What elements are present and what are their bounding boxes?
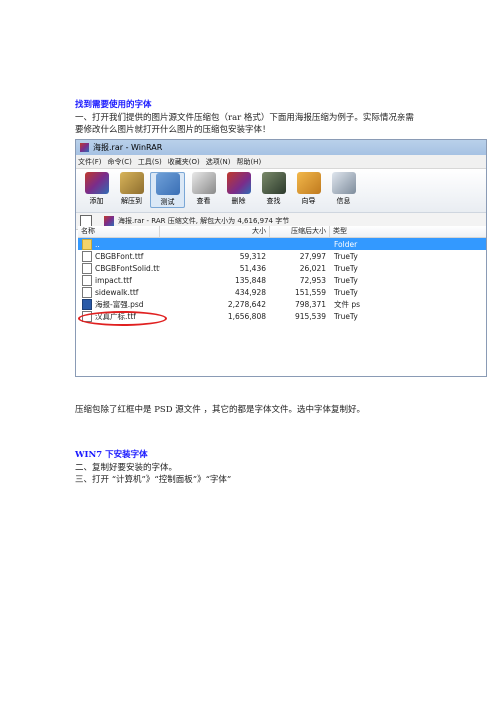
info-label: 信息 bbox=[336, 197, 351, 205]
window-title: 海报.rar - WinRAR bbox=[93, 143, 163, 152]
file-name: CBGBFont.ttf bbox=[95, 251, 144, 261]
font-file-icon bbox=[82, 250, 92, 262]
file-size: 2,278,642 bbox=[227, 299, 266, 309]
info-button[interactable]: 信息 bbox=[327, 172, 360, 206]
step-two: 二、复制好要安装的字体。 bbox=[75, 463, 178, 473]
delete-icon bbox=[226, 172, 251, 194]
psd-file-icon bbox=[82, 298, 92, 310]
font-file-icon bbox=[82, 286, 92, 298]
file-size: 1,656,808 bbox=[227, 311, 266, 321]
menu-options[interactable]: 选项(N) bbox=[206, 157, 231, 167]
column-size[interactable]: 大小 bbox=[160, 226, 270, 237]
view-button[interactable]: 查看 bbox=[187, 172, 220, 206]
file-packed-size: 151,559 bbox=[294, 287, 326, 297]
add-button[interactable]: 添加 bbox=[80, 172, 113, 206]
file-packed-size: 915,539 bbox=[294, 311, 326, 321]
test-button[interactable]: 测试 bbox=[150, 172, 185, 208]
screenshot-caption: 压缩包除了红框中是 PSD 源文件 ，其它的都是字体文件。选中字体复制好。 bbox=[75, 405, 365, 415]
table-row[interactable]: CBGBFont.ttf 59,312 27,997 TrueTy bbox=[78, 250, 486, 262]
wizard-button[interactable]: 向导 bbox=[292, 172, 325, 206]
find-label: 查找 bbox=[266, 197, 281, 205]
file-packed-size: 72,953 bbox=[299, 275, 326, 285]
table-row[interactable]: CBGBFontSolid.ttf 51,436 26,021 TrueTy bbox=[78, 262, 486, 274]
section-heading-win7-install: WIN7 下安装字体 bbox=[75, 450, 148, 460]
file-packed-size: 26,021 bbox=[299, 263, 326, 273]
archive-path-text: 海报.rar - RAR 压缩文件, 解包大小为 4,616,974 字节 bbox=[118, 217, 290, 225]
file-size: 135,848 bbox=[234, 275, 266, 285]
column-name[interactable]: 名称 bbox=[78, 226, 160, 237]
menu-commands[interactable]: 命令(C) bbox=[108, 157, 132, 167]
font-file-icon bbox=[82, 262, 92, 274]
font-file-icon bbox=[82, 274, 92, 286]
section-heading-find-fonts: 找到需要使用的字体 bbox=[75, 100, 152, 110]
find-icon bbox=[261, 172, 286, 194]
column-type[interactable]: 类型 bbox=[330, 226, 370, 237]
test-icon bbox=[155, 173, 180, 195]
file-type: TrueTy bbox=[334, 275, 358, 285]
file-type: TrueTy bbox=[334, 287, 358, 297]
file-name: 海报-富强.psd bbox=[95, 299, 144, 309]
instruction-line-1: 一、打开我们提供的图片源文件压缩包（rar 格式）下面用海报压缩为例子。实际情况… bbox=[75, 113, 414, 123]
menu-file[interactable]: 文件(F) bbox=[78, 157, 102, 167]
table-row[interactable]: impact.ttf 135,848 72,953 TrueTy bbox=[78, 274, 486, 286]
step-three: 三、打开 “计算机”》“控制面板”》“字体” bbox=[75, 475, 232, 485]
red-highlight-circle bbox=[78, 311, 167, 326]
file-packed-size: 798,371 bbox=[294, 299, 326, 309]
file-type: Folder bbox=[334, 239, 358, 249]
menu-bar: 文件(F) 命令(C) 工具(S) 收藏夹(O) 选项(N) 帮助(H) bbox=[76, 155, 486, 169]
wizard-icon bbox=[296, 172, 321, 194]
table-row[interactable]: .. Folder bbox=[78, 238, 486, 250]
menu-help[interactable]: 帮助(H) bbox=[236, 157, 261, 167]
column-packed[interactable]: 压缩后大小 bbox=[270, 226, 330, 237]
view-icon bbox=[191, 172, 216, 194]
file-name: CBGBFontSolid.ttf bbox=[95, 263, 160, 273]
winrar-screenshot: 海报.rar - WinRAR 文件(F) 命令(C) 工具(S) 收藏夹(O)… bbox=[75, 139, 487, 377]
folder-icon bbox=[82, 238, 92, 250]
delete-label: 删除 bbox=[231, 197, 246, 205]
toolbar: 添加 解压到 测试 查看 删除 查找 向导 信息 bbox=[76, 169, 486, 213]
file-type: TrueTy bbox=[334, 251, 358, 261]
file-type: TrueTy bbox=[334, 311, 358, 321]
instruction-line-2: 要修改什么图片就打开什么图片的压缩包安装字体！ bbox=[75, 125, 271, 135]
file-name: sidewalk.ttf bbox=[95, 287, 139, 297]
file-list-header: 名称 大小 压缩后大小 类型 bbox=[78, 226, 486, 238]
file-type: 文件 ps bbox=[334, 299, 361, 309]
add-label: 添加 bbox=[89, 197, 104, 205]
menu-tools[interactable]: 工具(S) bbox=[138, 157, 162, 167]
extract-to-icon bbox=[119, 172, 144, 194]
add-archive-icon bbox=[84, 172, 109, 194]
file-type: TrueTy bbox=[334, 263, 358, 273]
file-size: 51,436 bbox=[239, 263, 266, 273]
rar-archive-icon bbox=[104, 216, 114, 226]
file-size: 59,312 bbox=[239, 251, 266, 261]
info-icon bbox=[331, 172, 356, 194]
delete-button[interactable]: 删除 bbox=[222, 172, 255, 206]
file-packed-size: 27,997 bbox=[299, 251, 326, 261]
file-size: 434,928 bbox=[234, 287, 266, 297]
winrar-app-icon bbox=[80, 143, 89, 152]
find-button[interactable]: 查找 bbox=[257, 172, 290, 206]
file-list: .. Folder CBGBFont.ttf 59,312 27,997 Tru… bbox=[78, 238, 486, 322]
table-row[interactable]: 海报-富强.psd 2,278,642 798,371 文件 ps bbox=[78, 298, 486, 310]
table-row[interactable]: sidewalk.ttf 434,928 151,559 TrueTy bbox=[78, 286, 486, 298]
view-label: 查看 bbox=[196, 197, 211, 205]
test-label: 测试 bbox=[160, 198, 175, 206]
file-name: .. bbox=[95, 239, 100, 249]
wizard-label: 向导 bbox=[301, 197, 316, 205]
window-titlebar: 海报.rar - WinRAR bbox=[76, 140, 486, 155]
file-name: impact.ttf bbox=[95, 275, 132, 285]
extract-to-label: 解压到 bbox=[121, 197, 142, 205]
extract-to-button[interactable]: 解压到 bbox=[115, 172, 148, 206]
menu-favorites[interactable]: 收藏夹(O) bbox=[168, 157, 200, 167]
